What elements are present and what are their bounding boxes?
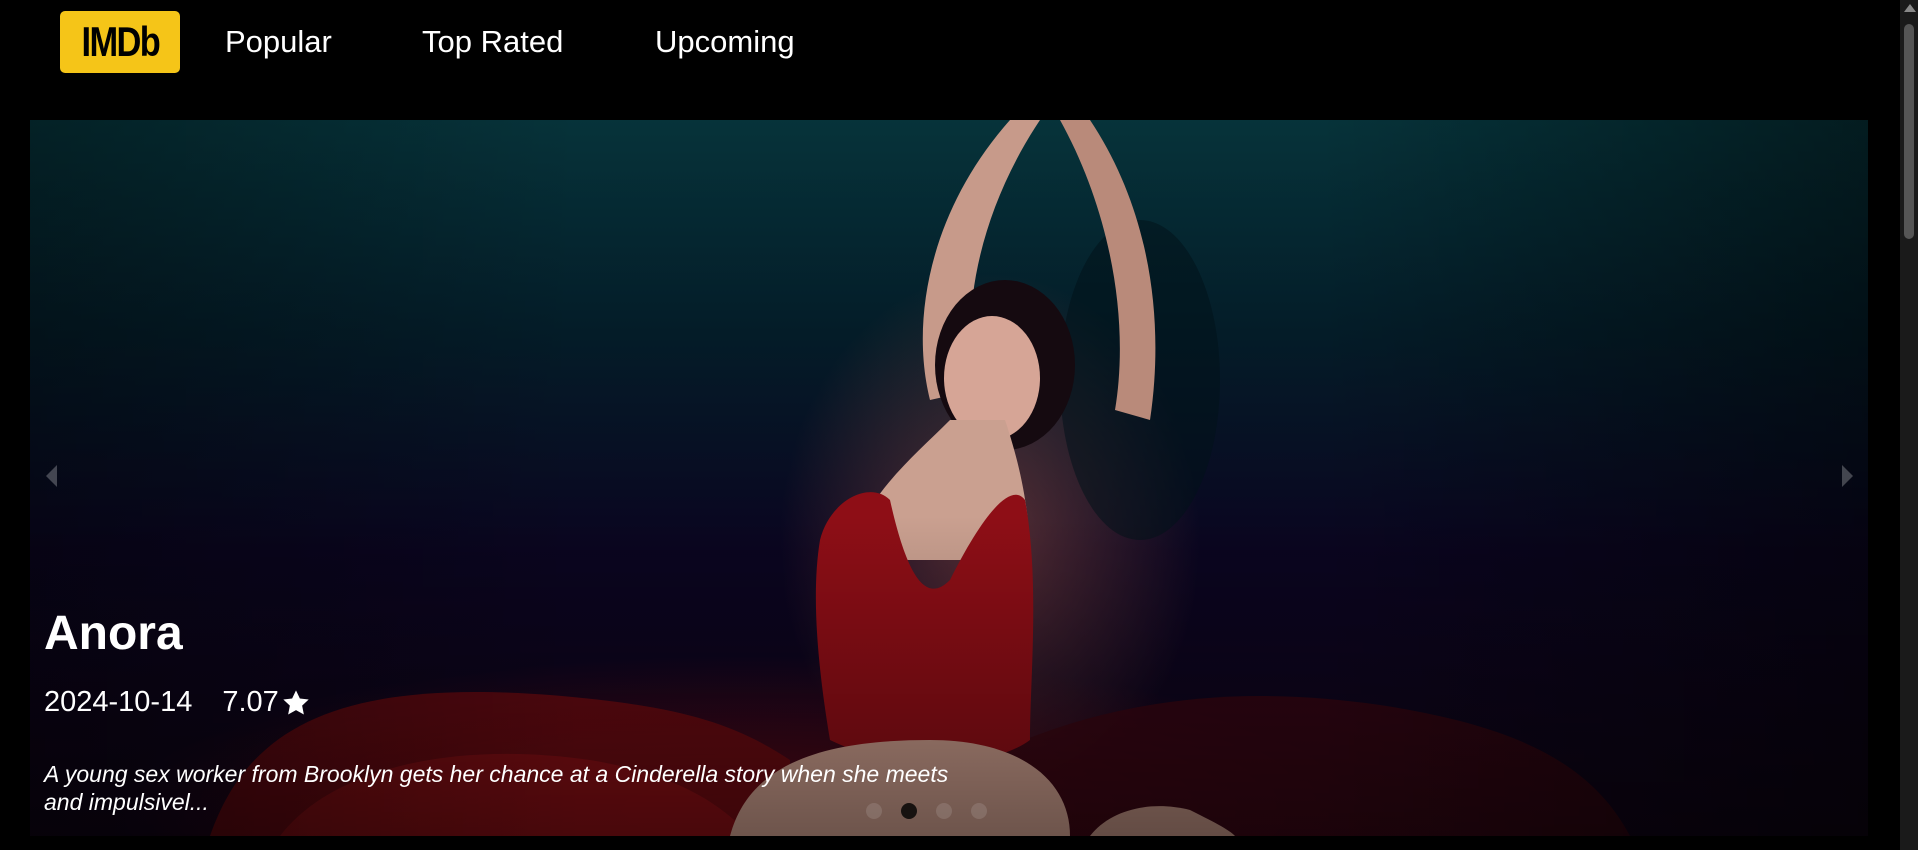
chevron-left-icon[interactable] (46, 465, 57, 487)
movie-title: Anora (44, 607, 183, 660)
carousel-dot-1[interactable] (866, 803, 882, 819)
nav-top-rated[interactable]: Top Rated (422, 24, 563, 60)
carousel-dot-4[interactable] (971, 803, 987, 819)
nav-upcoming[interactable]: Upcoming (655, 24, 795, 60)
scroll-up-arrow-icon[interactable] (1904, 4, 1916, 12)
page-scrollbar[interactable] (1900, 0, 1918, 850)
logo-text: IMDb (81, 18, 160, 65)
carousel-dot-3[interactable] (936, 803, 952, 819)
page: IMDb Popular Top Rated Upcoming Anora 20… (0, 0, 1918, 850)
header: IMDb Popular Top Rated Upcoming (0, 0, 1900, 100)
carousel-dots (866, 803, 987, 819)
movie-meta: 2024-10-14 7.07 (44, 686, 312, 719)
nav-popular[interactable]: Popular (225, 24, 332, 60)
rating: 7.07 (222, 686, 311, 719)
star-icon (283, 689, 309, 714)
carousel-dot-2[interactable] (901, 803, 917, 819)
release-date: 2024-10-14 (44, 686, 193, 718)
chevron-right-icon[interactable] (1842, 465, 1853, 487)
movie-overview: A young sex worker from Brooklyn gets he… (44, 761, 949, 815)
scroll-thumb[interactable] (1904, 24, 1914, 239)
rating-value: 7.07 (222, 686, 279, 718)
imdb-logo[interactable]: IMDb (60, 11, 180, 73)
hero-carousel[interactable]: Anora 2024-10-14 7.07 A young sex worker… (30, 120, 1868, 836)
